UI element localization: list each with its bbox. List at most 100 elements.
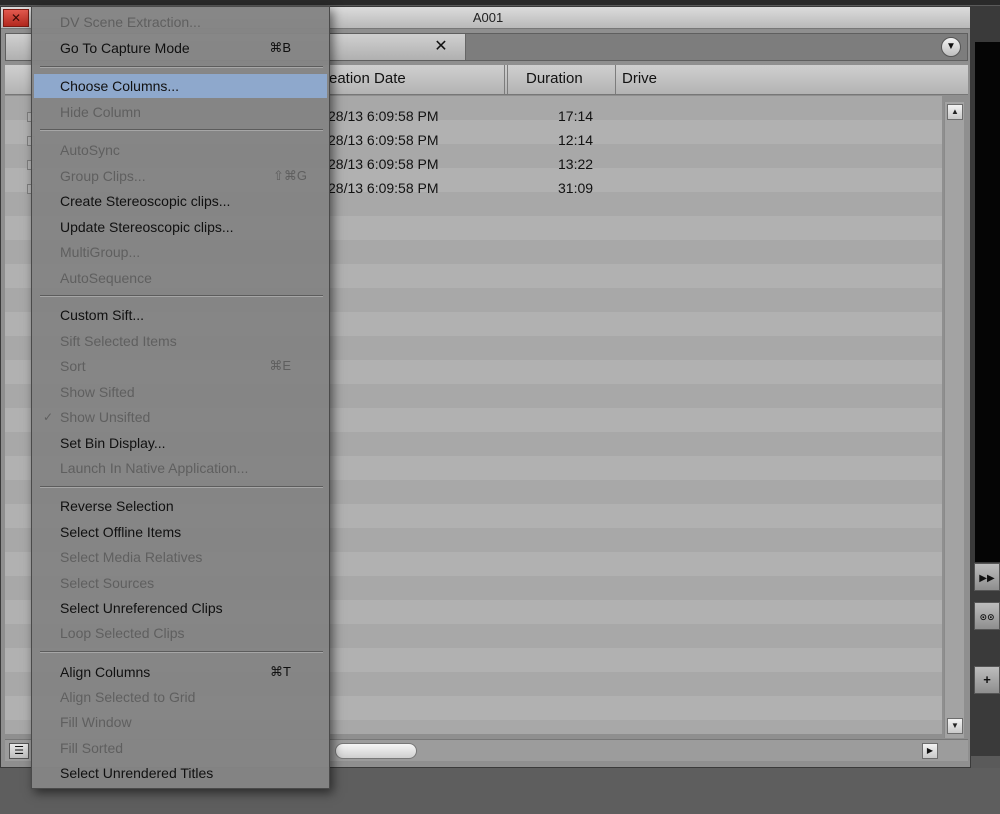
menu-item-label: Select Offline Items	[60, 524, 182, 540]
column-header-creation-date[interactable]: eation Date	[324, 65, 505, 94]
menu-item-label: Fill Sorted	[60, 740, 124, 756]
arrow-right-icon: ▶	[926, 746, 934, 755]
menu-separator	[40, 129, 323, 131]
menu-item-label: Show Unsifted	[60, 409, 151, 425]
menu-item-fill-sorted[interactable]: Fill Sorted	[34, 736, 327, 760]
menu-item-custom-sift[interactable]: Custom Sift...	[34, 303, 327, 327]
bin-view-toggle-button[interactable]: ☰	[9, 743, 29, 759]
add-button[interactable]: +	[974, 666, 1000, 694]
creation-date-cell: 28/13 6:09:58 PM	[328, 180, 439, 196]
menu-item-update-stereoscopic-clips[interactable]: Update Stereoscopic clips...	[34, 215, 327, 239]
menu-item-select-offline-items[interactable]: Select Offline Items	[34, 520, 327, 544]
shortcut-label: ⌘B	[269, 40, 291, 55]
menu-item-set-bin-display[interactable]: Set Bin Display...	[34, 431, 327, 455]
fast-forward-button[interactable]: ▶▶	[974, 563, 1000, 591]
bin-context-menu: DV Scene Extraction... Go To Capture Mod…	[31, 6, 330, 789]
shortcut-label: ⌘T	[270, 664, 291, 679]
menu-item-group-clips[interactable]: Group Clips... ⇧⌘G	[34, 164, 327, 188]
duration-cell: 13:22	[558, 156, 594, 172]
menu-item-label: Sort	[60, 358, 86, 374]
menu-item-sift-selected-items[interactable]: Sift Selected Items	[34, 329, 327, 353]
menu-item-align-columns[interactable]: Align Columns ⌘T	[34, 660, 327, 684]
menu-item-select-sources[interactable]: Select Sources	[34, 571, 327, 595]
link-button[interactable]: ⊙⊙	[974, 602, 1000, 630]
menu-item-align-selected-to-grid[interactable]: Align Selected to Grid	[34, 685, 327, 709]
link-icon: ⊙⊙	[979, 612, 995, 622]
menu-item-hide-column[interactable]: Hide Column	[34, 100, 327, 124]
menu-item-label: Go To Capture Mode	[60, 40, 190, 56]
menu-item-label: MultiGroup...	[60, 244, 141, 260]
menu-separator	[40, 295, 323, 297]
bin-menu-button[interactable]: ▼	[941, 37, 961, 57]
tab-close-button[interactable]: ✕	[431, 37, 451, 57]
horizontal-scroll-thumb[interactable]	[335, 743, 417, 759]
scroll-down-button[interactable]: ▼	[947, 718, 963, 734]
menu-item-label: Select Unrendered Titles	[60, 765, 214, 781]
menu-item-label: AutoSync	[60, 142, 120, 158]
close-icon: ✕	[434, 38, 448, 55]
menu-item-select-unrendered-titles[interactable]: Select Unrendered Titles	[34, 761, 327, 785]
menu-separator	[40, 66, 323, 68]
menu-item-label: Reverse Selection	[60, 498, 174, 514]
creation-date-cell: 28/13 6:09:58 PM	[328, 132, 439, 148]
menu-item-label: Show Sifted	[60, 384, 135, 400]
menu-item-dv-scene-extraction[interactable]: DV Scene Extraction...	[34, 10, 327, 34]
menu-item-label: Sift Selected Items	[60, 333, 177, 349]
creation-date-cell: 28/13 6:09:58 PM	[328, 156, 439, 172]
menu-item-fill-window[interactable]: Fill Window	[34, 710, 327, 734]
menu-item-autosequence[interactable]: AutoSequence	[34, 266, 327, 290]
scroll-up-button[interactable]: ▲	[947, 104, 963, 120]
menu-item-loop-selected-clips[interactable]: Loop Selected Clips	[34, 621, 327, 645]
menu-item-label: Fill Window	[60, 714, 132, 730]
menu-item-autosync[interactable]: AutoSync	[34, 138, 327, 162]
menu-item-label: Group Clips...	[60, 168, 146, 184]
menu-item-label: Choose Columns...	[60, 78, 180, 94]
menu-item-label: Align Selected to Grid	[60, 689, 196, 705]
arrow-down-icon: ▼	[951, 721, 959, 730]
column-header-drive[interactable]: Drive	[617, 65, 968, 94]
menu-item-select-media-relatives[interactable]: Select Media Relatives	[34, 545, 327, 569]
monitor-video	[975, 42, 1000, 562]
menu-item-label: AutoSequence	[60, 270, 152, 286]
checkmark-icon: ✓	[43, 410, 54, 424]
menu-item-show-sifted[interactable]: Show Sifted	[34, 380, 327, 404]
menu-item-go-to-capture-mode[interactable]: Go To Capture Mode ⌘B	[34, 36, 327, 60]
column-header-duration[interactable]: Duration	[507, 65, 616, 94]
menu-item-label: Select Unreferenced Clips	[60, 600, 223, 616]
plus-icon: +	[983, 672, 991, 687]
record-monitor-edge: ▶▶ ⊙⊙ +	[971, 6, 1000, 756]
menu-item-launch-in-native-application[interactable]: Launch In Native Application...	[34, 456, 327, 480]
menu-item-label: Custom Sift...	[60, 307, 145, 323]
menu-item-label: Select Sources	[60, 575, 155, 591]
chevron-down-icon: ▼	[946, 41, 956, 52]
list-view-icon: ☰	[14, 745, 24, 757]
menu-item-label: Align Columns	[60, 664, 151, 680]
menu-item-label: Set Bin Display...	[60, 435, 166, 451]
menu-item-choose-columns[interactable]: Choose Columns...	[34, 74, 327, 98]
menu-item-label: Update Stereoscopic clips...	[60, 219, 234, 235]
menu-item-sort[interactable]: Sort ⌘E	[34, 354, 327, 378]
arrow-up-icon: ▲	[951, 107, 959, 116]
menu-item-select-unreferenced-clips[interactable]: Select Unreferenced Clips	[34, 596, 327, 620]
duration-cell: 31:09	[558, 180, 594, 196]
menu-item-reverse-selection[interactable]: Reverse Selection	[34, 494, 327, 518]
scroll-right-button[interactable]: ▶	[922, 743, 938, 759]
duration-cell: 17:14	[558, 108, 594, 124]
menu-item-label: DV Scene Extraction...	[60, 14, 201, 30]
menu-item-create-stereoscopic-clips[interactable]: Create Stereoscopic clips...	[34, 189, 327, 213]
top-strip	[0, 0, 1000, 5]
duration-cell: 12:14	[558, 132, 594, 148]
menu-item-label: Loop Selected Clips	[60, 625, 185, 641]
menu-item-label: Create Stereoscopic clips...	[60, 193, 231, 209]
creation-date-cell: 28/13 6:09:58 PM	[328, 108, 439, 124]
menu-item-label: Launch In Native Application...	[60, 460, 249, 476]
fast-forward-icon: ▶▶	[979, 573, 995, 584]
menu-item-multigroup[interactable]: MultiGroup...	[34, 240, 327, 264]
shortcut-label: ⇧⌘G	[272, 168, 307, 183]
vertical-scrollbar[interactable]: ▲ ▼	[944, 102, 964, 738]
menu-separator	[40, 651, 323, 653]
menu-item-show-unsifted[interactable]: ✓ Show Unsifted	[34, 405, 327, 429]
menu-item-label: Hide Column	[60, 104, 141, 120]
shortcut-label: ⌘E	[269, 358, 291, 373]
menu-separator	[40, 486, 323, 488]
